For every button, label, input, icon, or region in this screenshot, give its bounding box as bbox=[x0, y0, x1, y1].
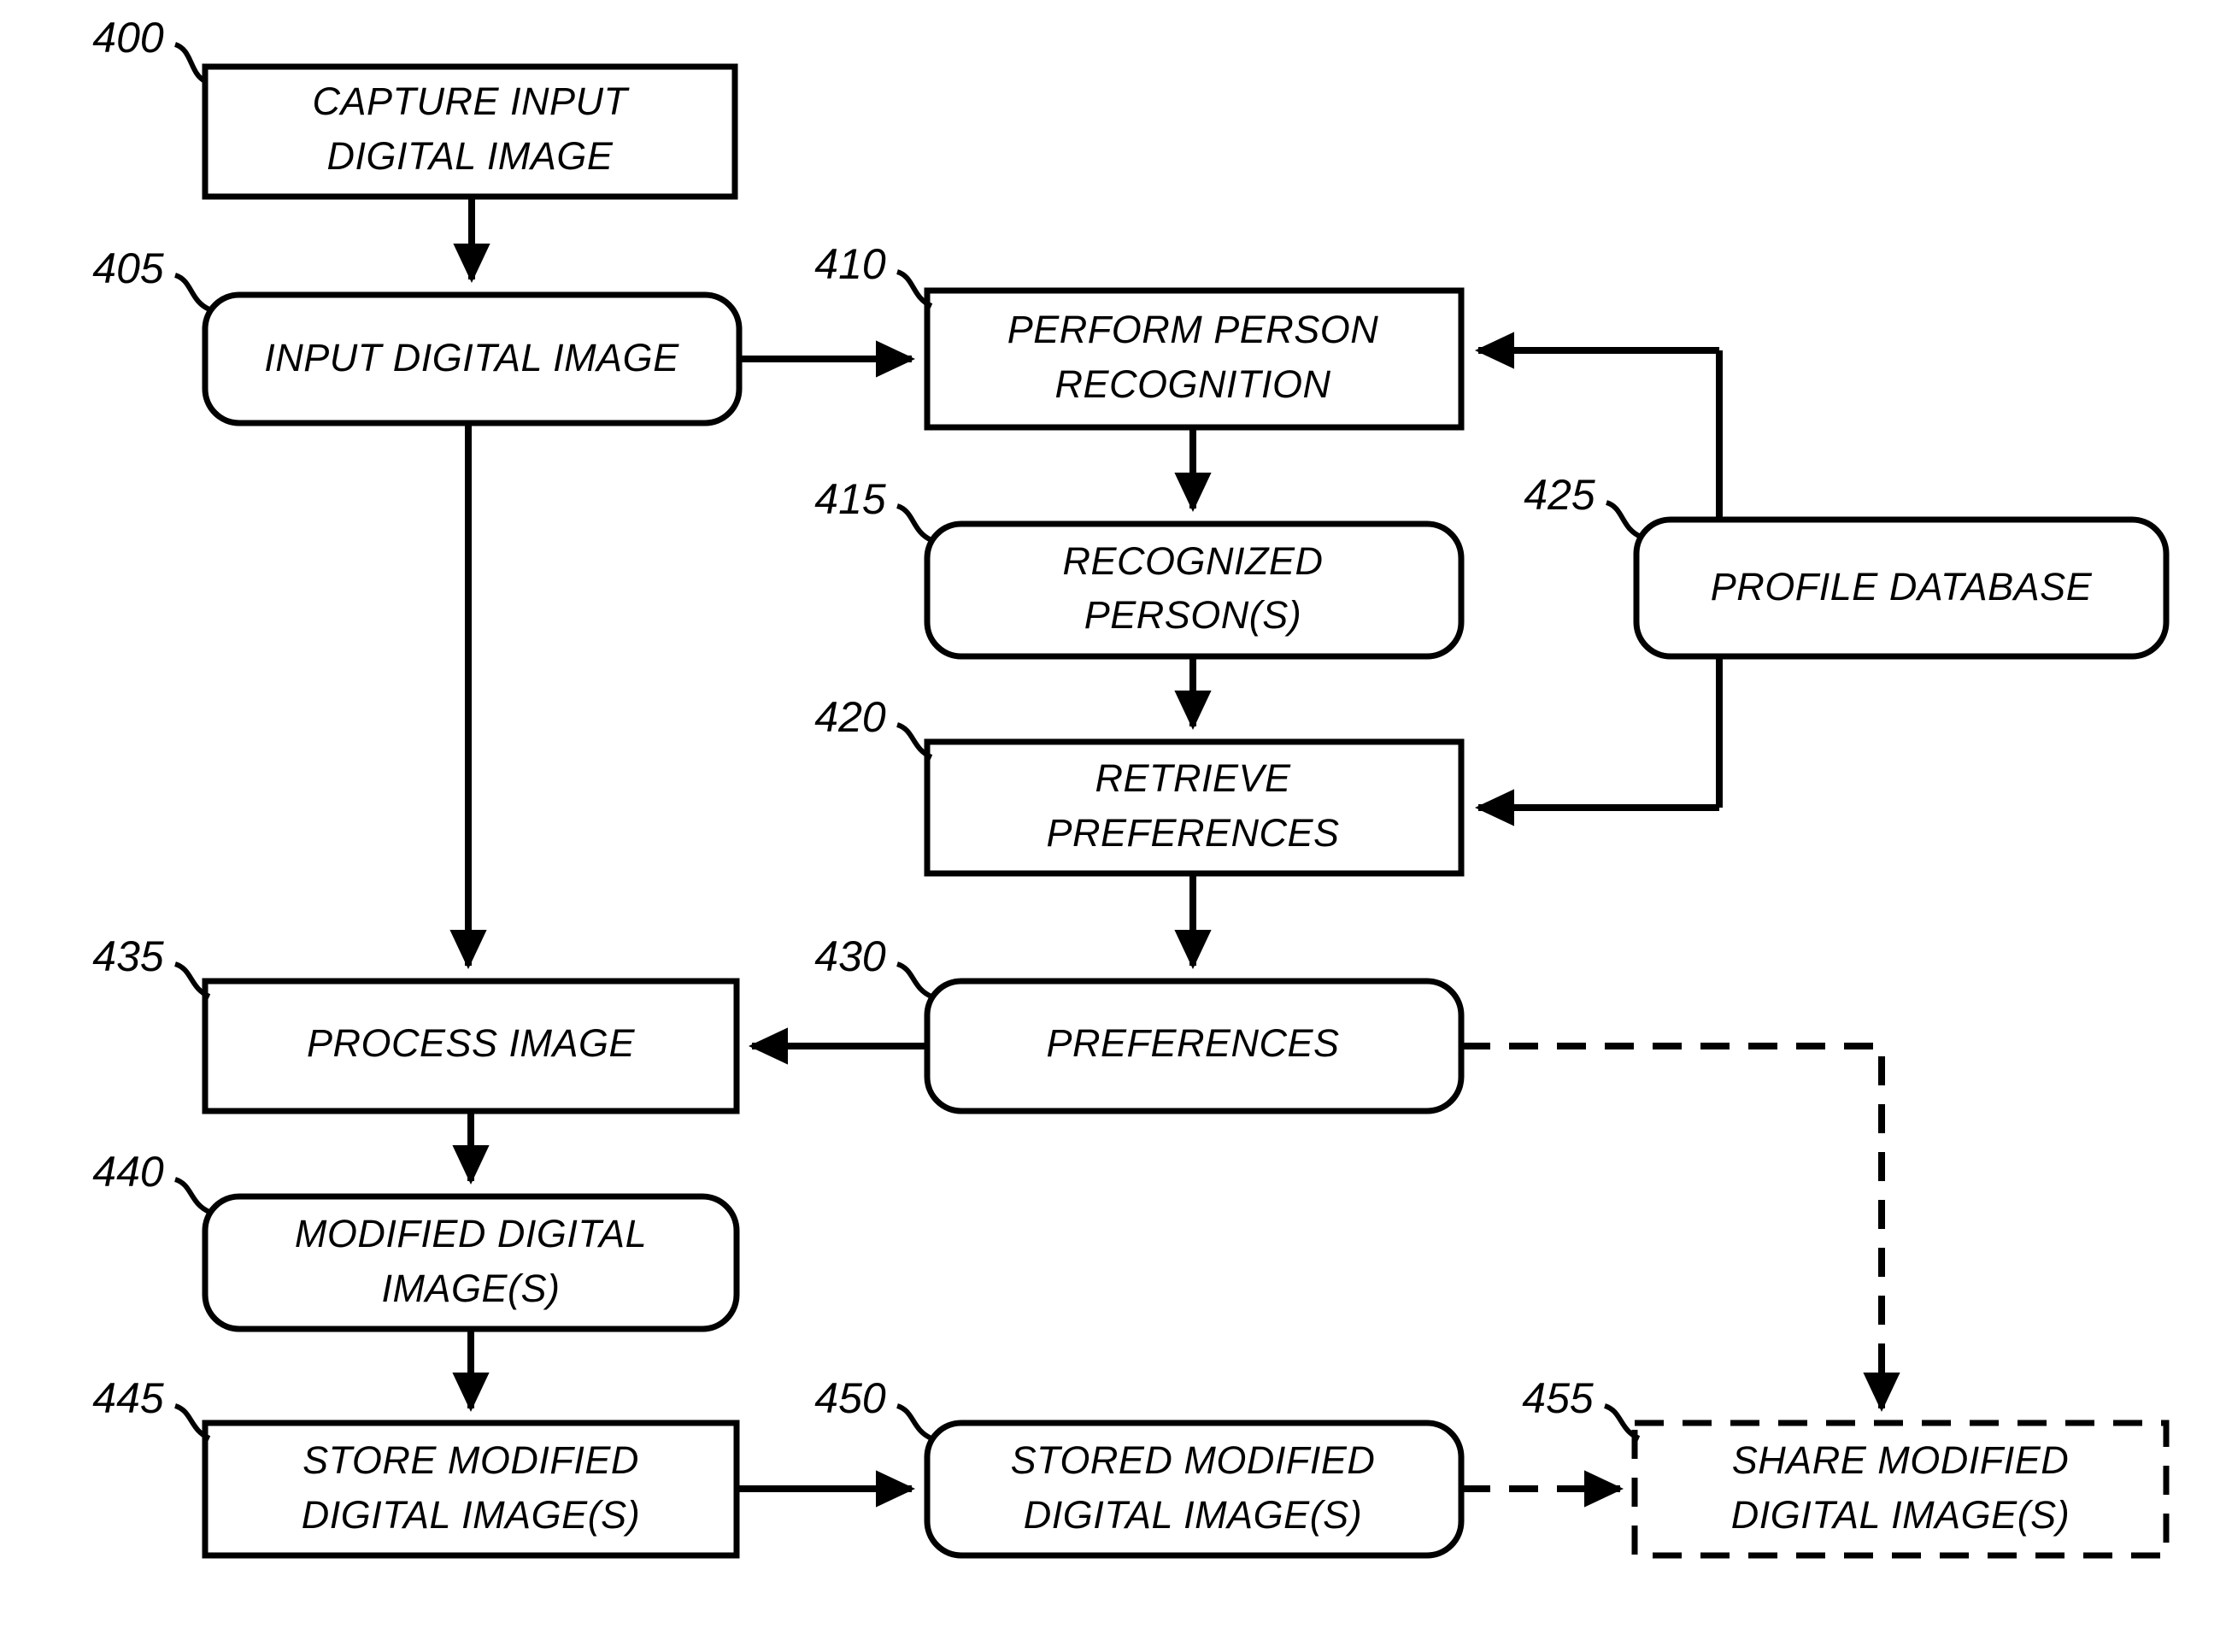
node-425-profile-database[interactable]: PROFILE DATABASE 425 bbox=[1524, 471, 2170, 660]
node-440-label-line2: IMAGE(S) bbox=[381, 1267, 560, 1310]
node-415-leader-line bbox=[896, 503, 933, 543]
ref-number-420: 420 bbox=[814, 693, 886, 741]
ref-number-425: 425 bbox=[1524, 471, 1595, 519]
ref-number-405: 405 bbox=[92, 244, 164, 292]
node-410-label-line2: RECOGNITION bbox=[1054, 362, 1330, 406]
node-430-label-line1: PREFERENCES bbox=[1046, 1021, 1339, 1065]
node-455-share-modified-digital-images[interactable]: SHARE MODIFIED DIGITAL IMAGE(S) 455 bbox=[1522, 1374, 2170, 1559]
node-425-label-line1: PROFILE DATABASE bbox=[1711, 565, 2093, 608]
node-420-label-line2: PREFERENCES bbox=[1046, 811, 1339, 855]
edge-430-to-455-dashed bbox=[1461, 1043, 1900, 1412]
node-440-label-line1: MODIFIED DIGITAL bbox=[295, 1212, 647, 1255]
ref-number-455: 455 bbox=[1522, 1374, 1594, 1422]
node-450-label-line2: DIGITAL IMAGE(S) bbox=[1024, 1493, 1362, 1537]
node-415-recognized-persons[interactable]: RECOGNIZED PERSON(S) 415 bbox=[814, 475, 1465, 660]
node-430-preferences[interactable]: PREFERENCES 430 bbox=[814, 932, 1465, 1114]
node-445-store-modified-digital-images[interactable]: STORE MODIFIED DIGITAL IMAGE(S) 445 bbox=[92, 1374, 740, 1559]
node-405-label-line1: INPUT DIGITAL IMAGE bbox=[264, 336, 679, 379]
patent-figure-canvas: CAPTURE INPUT DIGITAL IMAGE 400 INPUT DI… bbox=[0, 0, 2226, 1652]
node-400-label-line1: CAPTURE INPUT bbox=[312, 79, 630, 123]
node-440-modified-digital-images[interactable]: MODIFIED DIGITAL IMAGE(S) 440 bbox=[92, 1148, 740, 1332]
ref-number-445: 445 bbox=[92, 1374, 164, 1422]
ref-number-440: 440 bbox=[92, 1148, 164, 1196]
node-410-perform-person-recognition[interactable]: PERFORM PERSON RECOGNITION 410 bbox=[814, 240, 1465, 431]
node-400-leader-line bbox=[173, 42, 207, 84]
node-455-leader-line bbox=[1603, 1403, 1641, 1441]
node-445-label-line2: DIGITAL IMAGE(S) bbox=[302, 1493, 640, 1537]
node-400-label-line2: DIGITAL IMAGE bbox=[327, 134, 614, 178]
node-425-leader-line bbox=[1605, 500, 1642, 539]
node-450-stored-modified-digital-images[interactable]: STORED MODIFIED DIGITAL IMAGE(S) 450 bbox=[814, 1374, 1465, 1559]
node-415-label-line2: PERSON(S) bbox=[1084, 593, 1302, 637]
node-400-capture-input-digital-image[interactable]: CAPTURE INPUT DIGITAL IMAGE 400 bbox=[92, 14, 738, 200]
ref-number-415: 415 bbox=[814, 475, 886, 523]
node-455-label-line2: DIGITAL IMAGE(S) bbox=[1731, 1493, 2070, 1537]
node-420-retrieve-preferences[interactable]: RETRIEVE PREFERENCES 420 bbox=[814, 693, 1465, 877]
flowchart-svg: CAPTURE INPUT DIGITAL IMAGE 400 INPUT DI… bbox=[92, 14, 2170, 1559]
node-405-leader-line bbox=[173, 273, 211, 312]
node-435-process-image[interactable]: PROCESS IMAGE 435 bbox=[92, 932, 740, 1114]
node-440-leader-line bbox=[173, 1177, 211, 1214]
ref-number-450: 450 bbox=[814, 1374, 886, 1422]
node-405-input-digital-image[interactable]: INPUT DIGITAL IMAGE 405 bbox=[92, 244, 743, 426]
node-435-label-line1: PROCESS IMAGE bbox=[307, 1021, 636, 1065]
ref-number-400: 400 bbox=[92, 14, 164, 62]
node-420-label-line1: RETRIEVE bbox=[1095, 756, 1291, 800]
node-410-label-line1: PERFORM PERSON bbox=[1007, 308, 1379, 351]
node-455-label-line1: SHARE MODIFIED bbox=[1732, 1438, 2070, 1482]
ref-number-430: 430 bbox=[814, 932, 886, 980]
node-445-label-line1: STORE MODIFIED bbox=[302, 1438, 639, 1482]
ref-number-435: 435 bbox=[92, 932, 164, 980]
ref-number-410: 410 bbox=[814, 240, 886, 288]
node-430-leader-line bbox=[896, 961, 933, 999]
node-450-leader-line bbox=[896, 1403, 933, 1441]
node-415-label-line1: RECOGNIZED bbox=[1062, 539, 1323, 583]
node-450-label-line1: STORED MODIFIED bbox=[1011, 1438, 1376, 1482]
